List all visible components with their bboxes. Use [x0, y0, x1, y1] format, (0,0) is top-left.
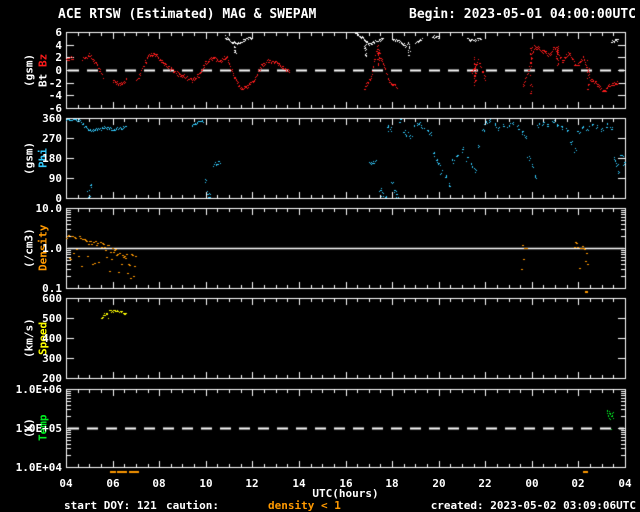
- y-tick-label: 180: [42, 152, 62, 165]
- y-tick-label: 2: [55, 51, 62, 64]
- y-tick-label: 360: [42, 112, 62, 125]
- y-tick-label: 90: [48, 172, 62, 185]
- y-tick-label: 600: [42, 292, 62, 305]
- y-tick-label: 0: [55, 64, 62, 77]
- y-tick-label: 400: [42, 332, 62, 345]
- start-doy-label: start DOY: 121: [64, 499, 157, 512]
- y-tick-label: 300: [42, 352, 62, 365]
- ace-rtsw-plot-window: { "header": { "title": "ACE RTSW (Estima…: [0, 0, 640, 512]
- created-timestamp: created: 2023-05-02 03:09:06UTC: [430, 499, 636, 512]
- y-tick-label: 270: [42, 132, 62, 145]
- y-tick-label: 1.0E+06: [15, 383, 62, 396]
- caution-value: density < 1: [268, 499, 341, 512]
- y-tick-label: 10.0: [35, 202, 63, 215]
- y-tick-label: 500: [42, 312, 62, 325]
- y-tick-label: 1.0E+04: [15, 461, 62, 474]
- y-tick-label: 1.0E+05: [15, 422, 62, 435]
- caution-label: caution:: [166, 499, 219, 512]
- y-tick-label: -4: [48, 89, 62, 102]
- chart-title: ACE RTSW (Estimated) MAG & SWEPAM: [58, 7, 317, 22]
- y-tick-label: 6: [55, 26, 62, 39]
- plot-canvas: [0, 0, 640, 512]
- y-tick-label: 1.0: [42, 242, 62, 255]
- begin-timestamp: Begin: 2023-05-01 04:00:00UTC: [409, 7, 636, 22]
